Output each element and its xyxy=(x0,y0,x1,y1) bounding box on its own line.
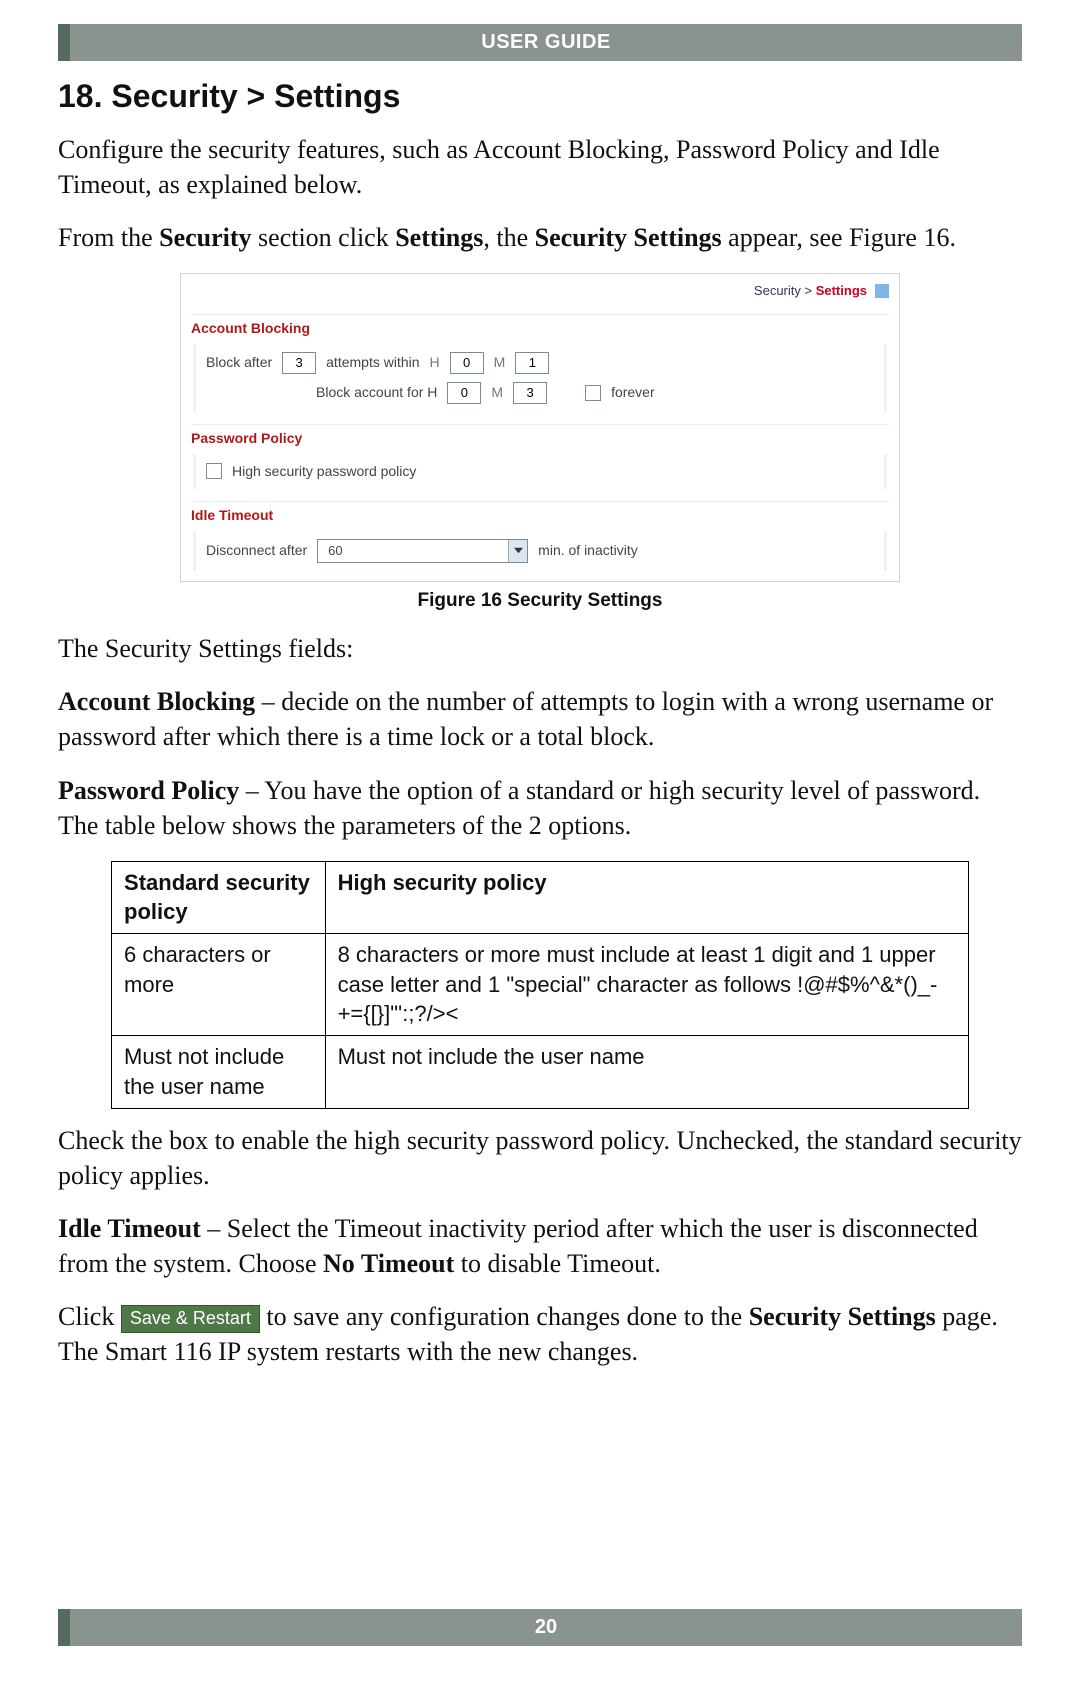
nav-post: appear, see Figure 16. xyxy=(722,223,956,252)
nav-sentence: From the Security section click Settings… xyxy=(58,220,1022,255)
chevron-down-icon xyxy=(508,540,527,562)
unit-m2: M xyxy=(491,383,503,402)
idle-end: to disable Timeout. xyxy=(454,1249,661,1278)
label-block-account-for: Block account for H xyxy=(316,383,437,402)
label-disconnect-after: Disconnect after xyxy=(206,541,307,560)
nav-mid1: section click xyxy=(252,223,396,252)
input-attempts-m[interactable] xyxy=(515,352,549,374)
checkbox-forever[interactable] xyxy=(585,385,601,401)
label-forever: forever xyxy=(611,383,655,402)
account-blocking-para: Account Blocking – decide on the number … xyxy=(58,684,1022,754)
word-security-settings: Security Settings xyxy=(535,223,722,252)
checkbox-note: Check the box to enable the high securit… xyxy=(58,1123,1022,1193)
table-row: Must not include the user name Must not … xyxy=(112,1036,969,1108)
breadcrumb-leaf: Settings xyxy=(816,283,867,298)
nav-mid2: , the xyxy=(483,223,534,252)
policy-comparison-table: Standard security policy High security p… xyxy=(111,861,969,1109)
th-high: High security policy xyxy=(325,861,968,933)
word-security: Security xyxy=(159,223,251,252)
save-restart-para: Click Save & Restart to save any configu… xyxy=(58,1299,1022,1369)
term-security-settings: Security Settings xyxy=(749,1302,936,1331)
term-password-policy: Password Policy xyxy=(58,776,239,805)
term-idle-timeout: Idle Timeout xyxy=(58,1214,201,1243)
label-block-after: Block after xyxy=(206,353,272,372)
label-high-security: High security password policy xyxy=(232,462,416,481)
corner-square-icon xyxy=(875,284,889,298)
idle-timeout-para: Idle Timeout – Select the Timeout inacti… xyxy=(58,1211,1022,1281)
intro-text: Configure the security features, such as… xyxy=(58,132,1022,202)
label-attempts-within: attempts within xyxy=(326,353,419,372)
td-std-username: Must not include the user name xyxy=(112,1036,326,1108)
footer-page-number: 20 xyxy=(58,1609,1022,1646)
figure-caption: Figure 16 Security Settings xyxy=(180,588,900,614)
fields-intro: The Security Settings fields: xyxy=(58,631,1022,666)
term-account-blocking: Account Blocking xyxy=(58,687,255,716)
save-mid: to save any configuration changes done t… xyxy=(260,1302,749,1331)
breadcrumb-root: Security > xyxy=(754,283,816,298)
td-high-chars: 8 characters or more must include at lea… xyxy=(325,934,968,1036)
nav-pre: From the xyxy=(58,223,159,252)
input-block-after[interactable] xyxy=(282,352,316,374)
security-settings-screenshot: Security > Settings Account Blocking Blo… xyxy=(180,273,900,581)
section-account-blocking: Account Blocking xyxy=(191,314,889,338)
th-standard: Standard security policy xyxy=(112,861,326,933)
section-idle-timeout: Idle Timeout xyxy=(191,501,889,525)
save-restart-button[interactable]: Save & Restart xyxy=(121,1305,260,1333)
input-blockfor-h[interactable] xyxy=(447,382,481,404)
unit-m: M xyxy=(494,353,506,372)
table-row: 6 characters or more 8 characters or mor… xyxy=(112,934,969,1036)
unit-h: H xyxy=(430,353,440,372)
input-attempts-h[interactable] xyxy=(450,352,484,374)
label-min-inactivity: min. of inactivity xyxy=(538,541,638,560)
td-std-chars: 6 characters or more xyxy=(112,934,326,1036)
select-idle-value: 60 xyxy=(318,542,508,560)
td-high-username: Must not include the user name xyxy=(325,1036,968,1108)
header-banner: USER GUIDE xyxy=(58,24,1022,61)
input-blockfor-m[interactable] xyxy=(513,382,547,404)
password-policy-para: Password Policy – You have the option of… xyxy=(58,773,1022,843)
page-title: 18. Security > Settings xyxy=(58,75,1022,118)
word-settings: Settings xyxy=(395,223,483,252)
checkbox-high-security[interactable] xyxy=(206,463,222,479)
term-no-timeout: No Timeout xyxy=(323,1249,454,1278)
select-idle-timeout[interactable]: 60 xyxy=(317,539,528,563)
breadcrumb: Security > Settings xyxy=(754,282,867,300)
save-pre: Click xyxy=(58,1302,121,1331)
section-password-policy: Password Policy xyxy=(191,424,889,448)
